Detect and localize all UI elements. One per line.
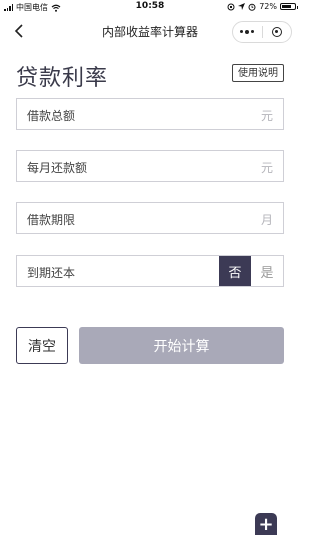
page-title: 贷款利率 xyxy=(16,66,109,91)
miniapp-capsule xyxy=(232,21,292,43)
lock-rotation-icon xyxy=(227,3,235,10)
calculate-button[interactable]: 开始计算 xyxy=(79,327,284,364)
help-button[interactable]: 使用说明 xyxy=(232,64,284,82)
close-miniapp-button[interactable] xyxy=(263,22,292,42)
loan-term-field[interactable]: 借款期限 月 xyxy=(16,202,284,234)
loan-amount-input[interactable] xyxy=(97,103,253,127)
repay-at-maturity-field: 到期还本 否 是 xyxy=(16,255,284,287)
more-button[interactable] xyxy=(233,22,262,42)
monthly-payment-input[interactable] xyxy=(97,155,253,179)
nav-bar: 内部收益率计算器 xyxy=(0,17,300,45)
loan-amount-field[interactable]: 借款总额 元 xyxy=(16,98,284,130)
target-icon xyxy=(271,27,282,37)
repay-at-maturity-label: 到期还本 xyxy=(27,266,76,280)
status-right: 72% xyxy=(227,2,298,11)
battery-icon xyxy=(280,3,298,10)
monthly-payment-field[interactable]: 每月还款额 元 xyxy=(16,150,284,182)
status-bar: 中国电信 10:58 72% xyxy=(0,0,300,14)
monthly-payment-unit: 元 xyxy=(260,161,273,175)
loan-term-input[interactable] xyxy=(97,207,253,231)
monthly-payment-label: 每月还款额 xyxy=(27,161,88,175)
add-button[interactable]: + xyxy=(255,513,277,535)
battery-percent: 72% xyxy=(259,2,277,11)
plus-icon: + xyxy=(258,513,274,535)
loan-term-label: 借款期限 xyxy=(27,213,76,227)
repay-at-maturity-toggle: 否 是 xyxy=(219,256,283,286)
clear-button[interactable]: 清空 xyxy=(16,327,68,364)
loan-amount-unit: 元 xyxy=(260,109,273,123)
loan-amount-label: 借款总额 xyxy=(27,109,76,123)
loan-term-unit: 月 xyxy=(260,213,273,227)
location-icon xyxy=(238,3,246,10)
toggle-option-yes[interactable]: 是 xyxy=(251,256,283,286)
toggle-option-no[interactable]: 否 xyxy=(219,256,251,286)
alarm-icon xyxy=(248,3,256,11)
more-dots-icon xyxy=(240,30,255,34)
